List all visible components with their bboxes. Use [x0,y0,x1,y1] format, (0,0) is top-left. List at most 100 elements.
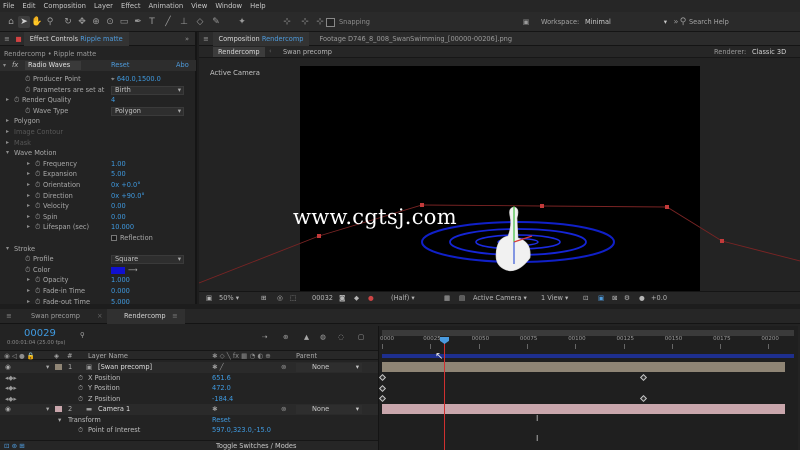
switches-header-icons[interactable]: ✱ ◇ ╲ fx ▦ ◔ ◐ ⊕ [212,352,271,360]
anchor-point-icon[interactable]: ⊙ [104,16,116,28]
menu-edit[interactable]: Edit [22,2,35,10]
stopwatch-icon[interactable]: ⏱ [35,180,40,191]
label-color-swatch[interactable] [55,364,62,370]
reflection-checkbox[interactable] [111,235,117,241]
home-icon[interactable]: ⌂ [5,16,17,28]
layer-name[interactable]: [Swan precomp] [98,362,152,373]
local-axis-icon[interactable]: ⊹ [281,16,293,28]
world-axis-icon[interactable]: ⊹ [299,16,311,28]
wave-type-dropdown[interactable]: Polygon [111,106,184,116]
magnification-dropdown[interactable]: 50% ▾ [219,292,239,304]
panel-menu-icon[interactable]: ≡ [199,32,213,46]
close-icon[interactable]: ■ [14,32,24,46]
eye-icon[interactable]: ◉ [5,362,11,373]
expand-triangle-icon[interactable]: ▸ [27,297,30,308]
menu-view[interactable]: View [191,2,207,10]
search-help-input[interactable]: Search Help [689,18,729,26]
menu-animation[interactable]: Animation [149,2,184,10]
snapping-checkbox[interactable] [326,18,335,27]
show-snapshot-icon[interactable]: ◆ [354,292,359,304]
prop-value[interactable]: 10.000 [111,223,134,231]
profile-dropdown[interactable]: Square [111,255,184,265]
expand-triangle-icon[interactable]: ▾ [6,244,9,255]
expand-triangle-icon[interactable]: ▾ [6,148,9,159]
stopwatch-icon[interactable]: ⏱ [78,373,83,384]
expand-triangle-icon[interactable]: ▾ [46,362,49,373]
parent-dropdown[interactable]: None ▾ [296,405,362,414]
zoom-tool-icon[interactable]: ⚲ [44,16,56,28]
puppet-pin-icon[interactable]: ✦ [236,16,248,28]
hand-tool-icon[interactable]: ✋ [31,16,43,28]
tab-swan-precomp[interactable]: Swan precomp [31,312,80,320]
draft-3d-icon[interactable]: ⚙ [624,292,630,304]
panel-menu-icon[interactable]: ≡ [6,312,12,320]
exposure-value[interactable]: +0.0 [651,292,667,304]
stopwatch-icon[interactable]: ⏱ [35,169,40,180]
timeline-link-icon[interactable]: ▣ [598,292,604,304]
draft-icon[interactable]: ▢ [358,333,364,341]
property-row[interactable]: ◂◆▸ ⏱ X Position 651.6 [0,372,378,384]
property-value[interactable]: -184.4 [212,394,233,405]
camera-view-dropdown[interactable]: Active Camera ▾ [473,292,527,304]
expand-triangle-icon[interactable]: ▸ [27,212,30,223]
expand-triangle-icon[interactable]: ▸ [27,286,30,297]
menu-file[interactable]: File [3,2,14,10]
layer-2-duration-bar[interactable] [382,404,785,414]
panel-menu-icon[interactable]: ≡ [0,32,14,46]
keyframe-navigator[interactable]: ◂◆▸ [5,373,17,384]
expand-triangle-icon[interactable]: ▸ [27,191,30,202]
property-row[interactable]: ◂◆▸ ⏱ Z Position -184.4 [0,393,378,405]
camera-frame-handle[interactable] [540,204,544,208]
label-color-swatch[interactable] [55,406,62,412]
comp-flowchart-icon[interactable]: ⇢ [262,333,268,341]
tab-composition[interactable]: Composition Rendercomp [212,31,310,46]
brush-tool-icon[interactable]: ╱ [162,16,174,28]
expand-triangle-icon[interactable]: ▸ [6,95,9,106]
roto-brush-icon[interactable]: ✎ [210,16,222,28]
property-value[interactable]: Reset [212,415,230,426]
resolution-dropdown[interactable]: (Half) ▾ [391,292,415,304]
view-layout-dropdown[interactable]: 1 View ▾ [541,292,568,304]
menu-effect[interactable]: Effect [121,2,141,10]
keyframe[interactable] [639,394,648,403]
expand-triangle-icon[interactable]: ▸ [27,275,30,286]
keyframe-navigator[interactable]: ◂◆▸ [5,383,17,394]
prop-value[interactable]: 4 [111,96,115,104]
stopwatch-icon[interactable]: ⏱ [78,394,83,405]
keyframe[interactable] [378,373,387,382]
tab-effect-controls[interactable]: Effect Controls Ripple matte [23,31,129,46]
property-row[interactable]: ⏱ Point of Interest 597.0,323.0,-15.0 [0,425,378,436]
prop-value[interactable]: 0x +0.0° [111,181,141,189]
keyframe-navigator[interactable]: ◂◆▸ [5,394,17,405]
channel-icon[interactable]: ● [368,292,374,304]
layer-1-duration-bar[interactable] [382,362,785,372]
stopwatch-icon[interactable]: ⏱ [14,95,19,106]
panel-overflow-icon[interactable]: » [179,32,195,46]
panel-menu-icon[interactable]: ≡ [172,312,178,320]
stopwatch-icon[interactable]: ⏱ [25,106,30,117]
keyframe[interactable] [378,394,387,403]
layer-switches[interactable]: ✱ [212,404,218,415]
expand-triangle-icon[interactable]: ▸ [27,201,30,212]
expand-triangle-icon[interactable]: ▸ [27,180,30,191]
stopwatch-icon[interactable]: ⏱ [25,74,30,85]
layer-switches[interactable]: ✱ ╱ [212,362,224,373]
current-timecode[interactable]: 00029 [24,328,56,339]
close-icon[interactable]: × [97,312,103,320]
stopwatch-icon[interactable]: ⏱ [35,159,40,170]
reset-exposure-icon[interactable]: ● [639,292,645,304]
toggle-pixel-aspect-icon[interactable]: ⊡ [583,292,589,304]
about-button[interactable]: Abo [176,61,189,70]
prop-value[interactable]: 0x +90.0° [111,192,145,200]
rotate-tool-icon[interactable]: ↻ [62,16,74,28]
expand-triangle-icon[interactable]: ▾ [58,415,61,426]
stopwatch-icon[interactable]: ⏱ [35,275,40,286]
selection-tool-icon[interactable]: ➤ [18,16,30,28]
pickwhip-icon[interactable]: ⊚ [281,362,287,373]
prop-value[interactable]: 0.00 [111,202,126,210]
eye-icon[interactable]: ◉ [5,404,11,415]
snapshot-icon[interactable]: ▣ [206,292,212,304]
menu-composition[interactable]: Composition [44,2,86,10]
view-axis-icon[interactable]: ⊹ [314,16,326,28]
frame-blending-icon[interactable]: ▲ [304,333,309,341]
